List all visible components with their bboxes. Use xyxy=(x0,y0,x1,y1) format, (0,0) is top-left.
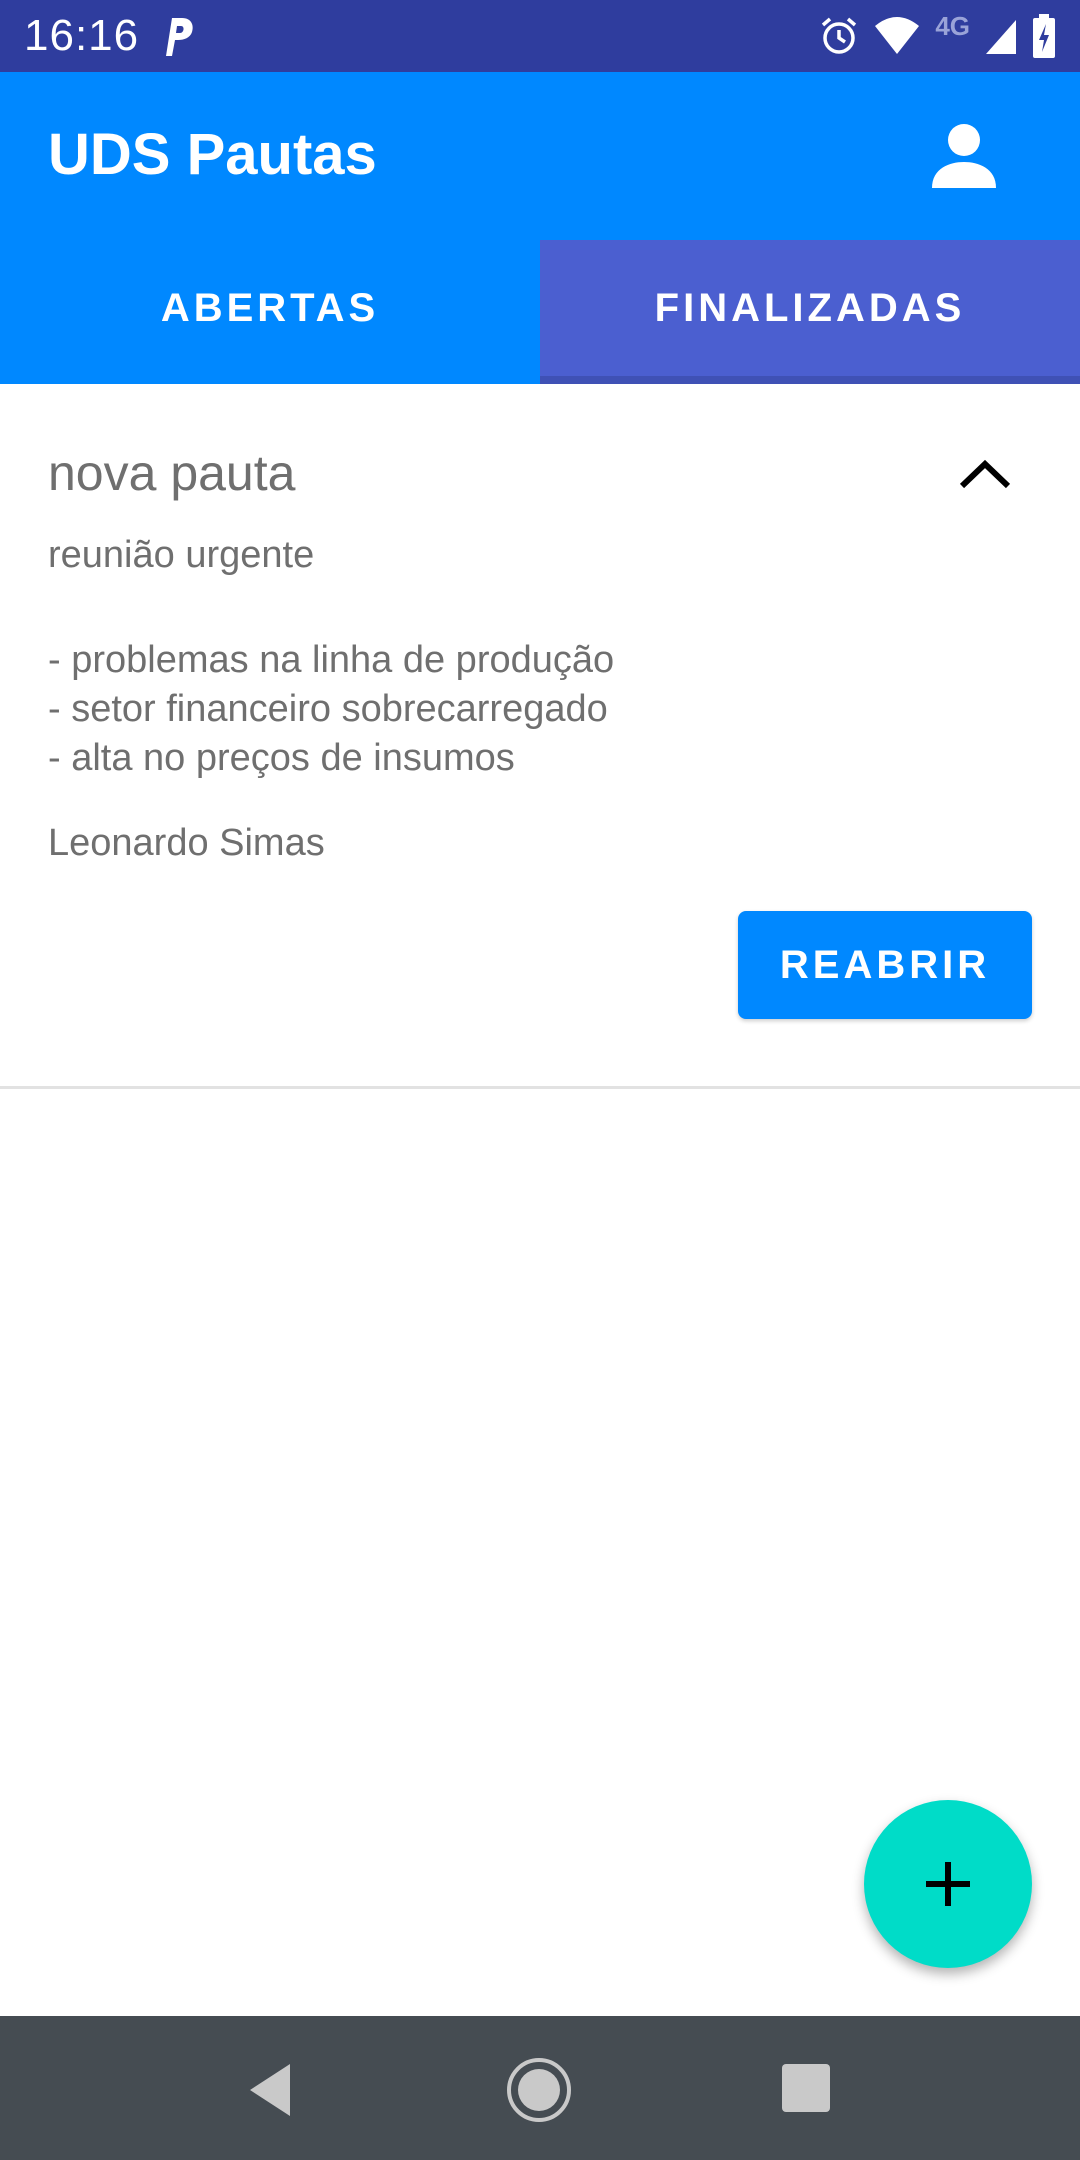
app-bar: UDS Pautas xyxy=(0,72,1080,240)
tab-finalizadas[interactable]: FINALIZADAS xyxy=(540,240,1080,376)
alarm-icon xyxy=(822,17,857,54)
pauta-card: nova pauta reunião urgente - problemas n… xyxy=(0,384,1080,1088)
signal-icon xyxy=(986,20,1016,54)
pauta-author: Leonardo Simas xyxy=(48,822,325,864)
wifi-icon xyxy=(875,17,920,54)
status-time: 16:16 xyxy=(24,11,140,60)
nav-bar xyxy=(0,2016,1080,2160)
status-bar: 16:16 4G xyxy=(0,0,1080,72)
description-line: - setor financeiro sobrecarregado xyxy=(48,688,608,730)
divider xyxy=(0,1086,1080,1089)
pauta-description: - problemas na linha de produção - setor… xyxy=(48,636,614,783)
plus-icon xyxy=(926,1862,970,1906)
parking-icon xyxy=(166,18,193,56)
reabrir-button[interactable]: REABRIR xyxy=(738,911,1032,1019)
back-icon[interactable] xyxy=(244,2060,300,2120)
network-label: 4G xyxy=(935,10,970,41)
description-line: - problemas na linha de produção xyxy=(48,639,615,681)
tab-bar: ABERTAS FINALIZADAS xyxy=(0,240,1080,384)
add-pauta-button[interactable] xyxy=(864,1800,1032,1968)
description-line: - alta no preços de insumos xyxy=(48,737,515,779)
account-icon[interactable] xyxy=(924,116,1004,196)
tab-abertas[interactable]: ABERTAS xyxy=(0,240,540,376)
pauta-title: nova pauta xyxy=(48,445,296,501)
pauta-subtitle: reunião urgente xyxy=(48,534,315,576)
status-icons: 4G xyxy=(819,10,1056,60)
chevron-up-icon[interactable] xyxy=(950,440,1020,510)
home-icon[interactable] xyxy=(505,2056,573,2124)
recent-apps-icon[interactable] xyxy=(782,2064,830,2112)
app-title: UDS Pautas xyxy=(48,122,377,187)
battery-icon xyxy=(1033,14,1055,58)
tab-indicator xyxy=(540,376,1080,384)
